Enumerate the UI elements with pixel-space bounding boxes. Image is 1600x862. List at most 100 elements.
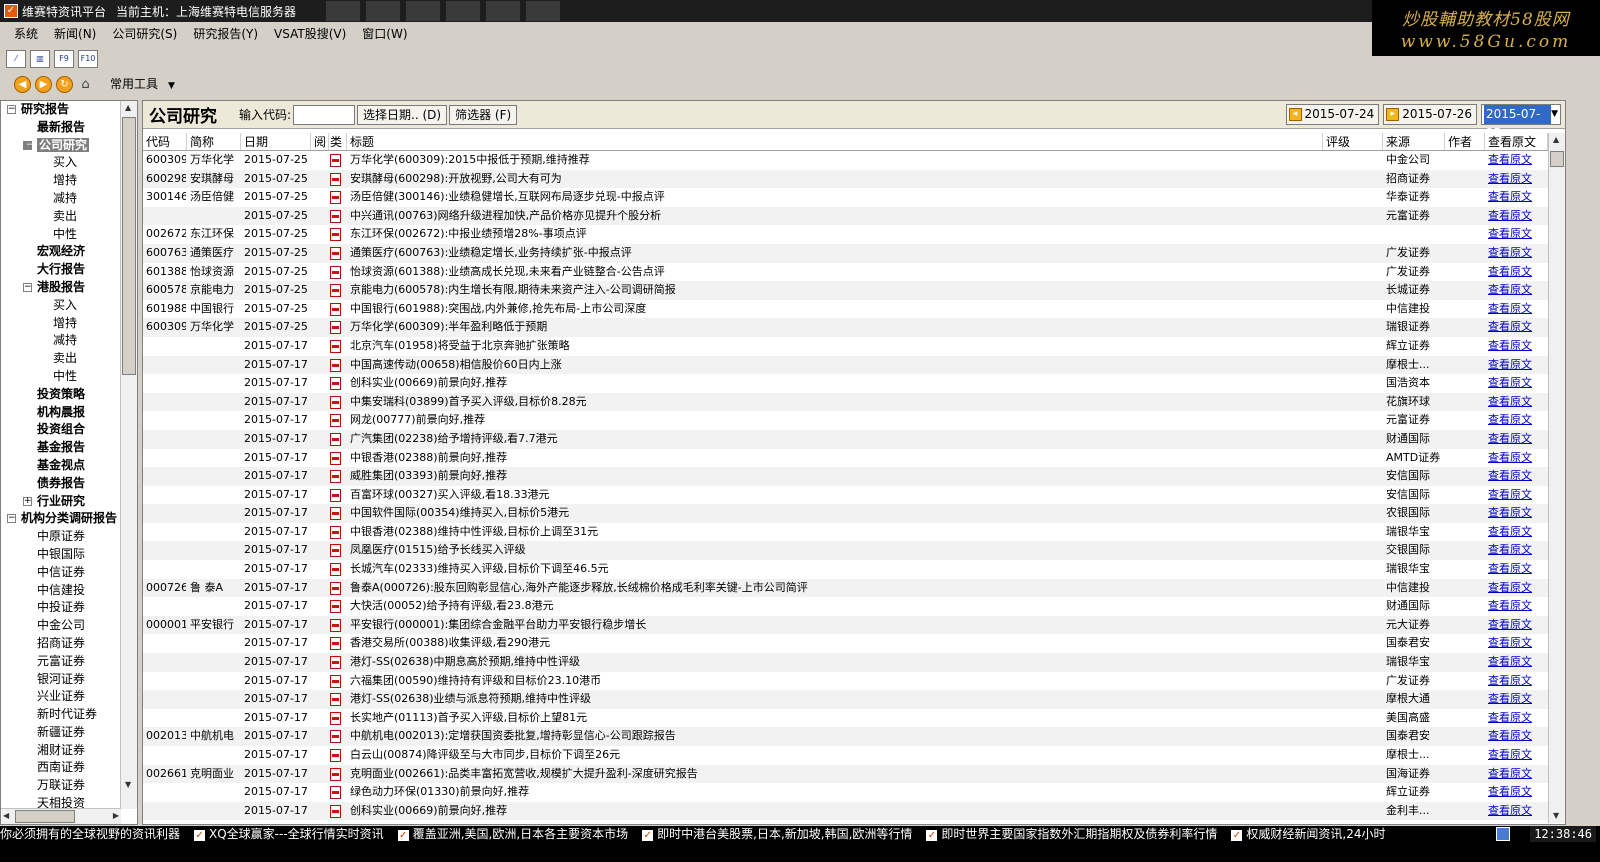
cell-title[interactable]: 克明面业(002661):品类丰富拓宽营收,规模扩大提升盈利-深度研究报告 [347,765,1323,784]
view-original-link[interactable]: 查看原文 [1488,692,1532,705]
table-row[interactable]: 002672 东江环保 2015-07-25 东江环保(002672):中报业绩预增2… [143,225,1548,244]
tree-item[interactable]: 元富证券 [1,653,121,671]
cell-title[interactable]: 创科实业(00669)前景向好,推荐 [347,374,1323,393]
view-original-link[interactable]: 查看原文 [1488,283,1532,296]
table-row[interactable]: 2015-07-17 北京汽车(01958)将受益于北京奔驰扩张策略 辉立证券 查看原… [143,337,1548,356]
tree-item[interactable]: − 港股报告 [1,279,121,297]
table-row[interactable]: 000001 平安银行 2015-07-17 平安银行(000001):集团综合金融平… [143,615,1548,635]
view-original-link[interactable]: 查看原文 [1488,525,1532,538]
table-row[interactable]: 601988 中国银行 2015-07-25 中国银行(601988):突围战,内外兼… [143,300,1548,319]
tree-item[interactable]: 宏观经济 [1,243,121,261]
view-original-link[interactable]: 查看原文 [1488,767,1532,780]
cell-title[interactable]: 长实地产(01113)首予买入评级,目标价上望81元 [347,709,1323,728]
bar-chart-icon[interactable]: ▥ [30,50,50,68]
table-row[interactable]: 2015-07-17 港灯-SS(02638)中期息高於预期,维持中性评级 瑞银华宝… [143,653,1548,672]
table-vertical-scrollbar[interactable]: ▲ ▼ [1548,133,1565,823]
view-original-link[interactable]: 查看原文 [1488,543,1532,556]
tree-item[interactable]: 增持 [1,315,121,333]
table-row[interactable]: 600763 通策医疗 2015-07-25 通策医疗(600763):业绩稳定增长,… [143,243,1548,263]
tree-item[interactable]: 大行报告 [1,261,121,279]
table-row[interactable]: 600298 安琪酵母 2015-07-25 安琪酵母(600298):开放视野,公司… [143,169,1548,189]
menu-item[interactable]: 研究报告(Y) [185,25,266,42]
tree-item[interactable]: 卖出 [1,208,121,226]
view-original-link[interactable]: 查看原文 [1488,469,1532,482]
view-original-link[interactable]: 查看原文 [1488,618,1532,631]
cell-title[interactable]: 中航机电(002013):定增获国资委批复,增持彰显信心-公司跟踪报告 [347,727,1323,746]
view-original-link[interactable]: 查看原文 [1488,451,1532,464]
cell-title[interactable]: 中兴通讯(00763)网络升级进程加快,产品价格亦见提升个股分析 [347,207,1323,226]
date-select[interactable]: 2015-07-25▼ [1481,104,1561,140]
tree-item[interactable]: 西南证券 [1,759,121,777]
tree-horizontal-scrollbar[interactable]: ◀ ▶ [1,808,121,824]
cell-title[interactable]: 平安银行(000001):集团综合金融平台助力平安银行稳步增长 [347,616,1323,635]
tree-item[interactable]: 中信证券 [1,564,121,582]
cell-title[interactable]: 凤凰医疗(01515)给予长线买入评级 [347,541,1323,560]
tree-item[interactable]: 机构晨报 [1,404,121,422]
collapse-icon[interactable]: − [23,140,34,150]
view-original-link[interactable]: 查看原文 [1488,413,1532,426]
next-date-button[interactable]: ▸ 2015-07-26 [1383,104,1477,125]
cell-title[interactable]: 白云山(00874)降评级至与大市同步,目标价下调至26元 [347,746,1323,765]
table-row[interactable]: 600309 万华化学 2015-07-25 万华化学(600309):2015中报低… [143,151,1548,170]
column-header[interactable]: 标题 [347,133,1323,150]
tree-item[interactable]: 天相投资 [1,795,121,809]
menu-item[interactable]: 窗口(W) [354,25,415,42]
tree-item[interactable]: 卖出 [1,350,121,368]
cell-title[interactable]: 绿色动力环保(01330)前景向好,推荐 [347,783,1323,802]
tree-item[interactable]: 投资组合 [1,421,121,439]
view-original-link[interactable]: 查看原文 [1488,785,1532,798]
column-header[interactable]: 类 [329,133,347,150]
cell-title[interactable]: 中国软件国际(00354)维持买入,目标价5港元 [347,504,1323,523]
tree-item[interactable]: 中银国际 [1,546,121,564]
tree-item[interactable]: 债券报告 [1,475,121,493]
column-header[interactable]: 代码 [143,133,187,150]
tree-item[interactable]: 中信建投 [1,582,121,600]
table-row[interactable]: 2015-07-17 长实地产(01113)首予买入评级,目标价上望81元 美国高盛… [143,709,1548,728]
column-header[interactable]: 简称 [187,133,241,150]
cell-title[interactable]: 万华化学(600309):2015中报低于预期,维持推荐 [347,151,1323,170]
ticker-item[interactable]: ✓ XQ全球赢家---全球行情实时资讯 [194,826,384,842]
cell-title[interactable]: 创科实业(00669)前景向好,推荐 [347,802,1323,821]
table-row[interactable]: 2015-07-17 创科实业(00669)前景向好,推荐 金利丰... 查看原文 [143,801,1548,821]
cell-title[interactable]: 六福集团(00590)维持持有评级和目标价23.10港币 [347,672,1323,691]
tree-item[interactable]: − 公司研究 [1,137,121,155]
table-row[interactable]: 2015-07-17 凤凰医疗(01515)给予长线买入评级 交银国际 查看原文 [143,541,1548,561]
view-original-link[interactable]: 查看原文 [1488,265,1532,278]
table-row[interactable]: 2015-07-17 中国高速传动(00658)相信股价60日内上涨 摩根士... 查… [143,355,1548,375]
cell-title[interactable]: 长城汽车(02333)维持买入评级,目标价下调至46.5元 [347,560,1323,579]
view-original-link[interactable]: 查看原文 [1488,581,1532,594]
table-row[interactable]: 2015-07-17 中国软件国际(00354)维持买入,目标价5港元 农银国际 查看… [143,504,1548,523]
tree-item[interactable]: 减持 [1,332,121,350]
view-original-link[interactable]: 查看原文 [1488,153,1532,166]
view-original-link[interactable]: 查看原文 [1488,246,1532,259]
cell-title[interactable]: 网龙(00777)前景向好,推荐 [347,411,1323,430]
view-original-link[interactable]: 查看原文 [1488,302,1532,315]
ticker-item[interactable]: ✓ 即时世界主要国家指数外汇期指期权及债券利率行情 [926,826,1217,842]
tree-item[interactable]: 新时代证券 [1,706,121,724]
view-original-link[interactable]: 查看原文 [1488,488,1532,501]
cell-title[interactable]: 鲁泰A(000726):股东回购彰显信心,海外产能逐步释放,长绒棉价格成毛利率关… [347,579,1323,598]
cell-title[interactable]: 中银香港(02388)前景向好,推荐 [347,449,1323,468]
view-original-link[interactable]: 查看原文 [1488,376,1532,389]
table-row[interactable]: 000726 鲁 泰A 2015-07-17 鲁泰A(000726):股东回购彰显信心… [143,578,1548,598]
cell-title[interactable]: 中集安瑞科(03899)首予买入评级,目标价8.28元 [347,393,1323,412]
view-original-link[interactable]: 查看原文 [1488,172,1532,185]
tree-item[interactable]: 最新报告 [1,119,121,137]
view-original-link[interactable]: 查看原文 [1488,674,1532,687]
tree-item[interactable]: 招商证券 [1,635,121,653]
common-tools-dropdown[interactable]: 常用工具 ▼ [106,74,179,94]
view-original-link[interactable]: 查看原文 [1488,432,1532,445]
tree-item[interactable]: 中金公司 [1,617,121,635]
collapse-icon[interactable]: − [7,105,16,114]
table-row[interactable]: 2015-07-17 六福集团(00590)维持持有评级和目标价23.10港币 广发… [143,672,1548,691]
table-row[interactable]: 2015-07-17 百富环球(00327)买入评级,看18.33港元 安信国际 查看… [143,486,1548,505]
column-header[interactable]: 作者 [1445,133,1485,150]
back-icon[interactable]: ◀ [14,75,31,93]
menu-item[interactable]: 公司研究(S) [104,25,185,42]
stock-code-input[interactable] [293,104,356,125]
expand-icon[interactable]: + [23,496,32,506]
cell-title[interactable]: 安琪酵母(600298):开放视野,公司大有可为 [347,170,1323,189]
tree-item[interactable]: 中性 [1,226,121,244]
refresh-icon[interactable]: ↻ [56,75,73,93]
prev-date-button[interactable]: ◂ 2015-07-24 [1285,104,1380,125]
